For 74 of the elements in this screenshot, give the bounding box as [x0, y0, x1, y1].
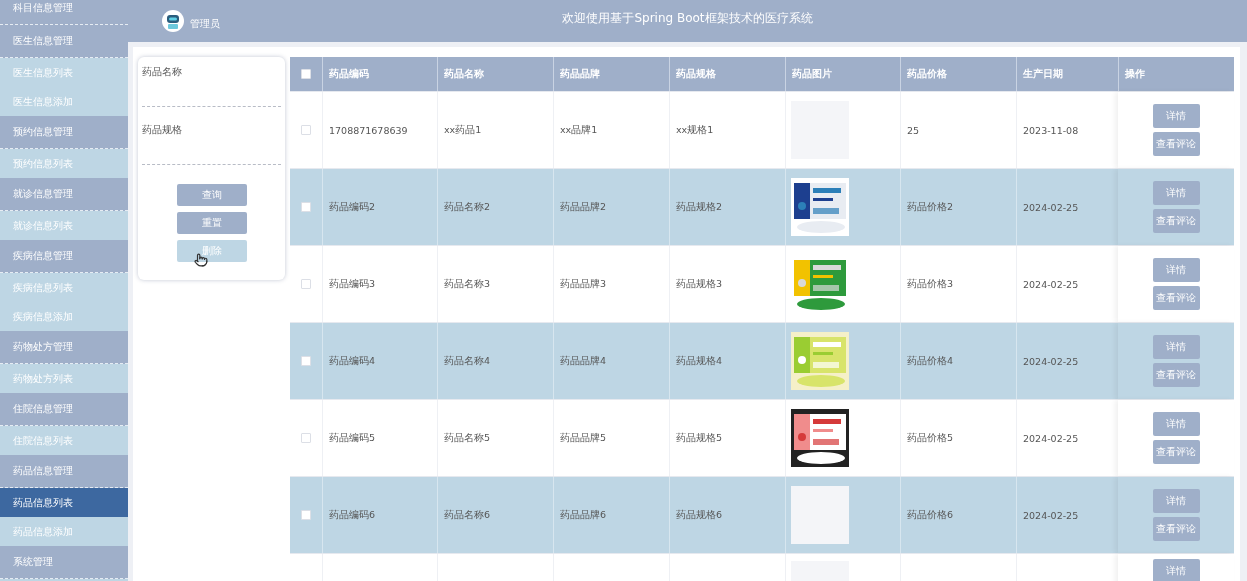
table-cell: xx品牌1 [560, 123, 598, 137]
action-button[interactable]: 详情 [1152, 258, 1200, 282]
action-button[interactable]: 查看评论 [1152, 286, 1200, 310]
search-button[interactable]: 重置 [176, 212, 247, 234]
action-button[interactable]: 详情 [1152, 104, 1200, 128]
table-cell: 药品编码2 [329, 200, 376, 214]
sidebar-group[interactable]: 疾病信息管理 [0, 240, 128, 273]
sidebar-group[interactable]: 就诊信息管理 [0, 178, 128, 211]
table-cell: 药品价格3 [907, 277, 954, 291]
table-cell: 药品名称5 [444, 431, 491, 445]
table-cell: 药品名称2 [444, 200, 491, 214]
table-cell: 药品规格5 [676, 431, 723, 445]
table-cell: 药品价格4 [907, 354, 954, 368]
action-button[interactable]: 详情 [1152, 559, 1200, 581]
table-cell: 药品品牌6 [560, 508, 607, 522]
table-cell: 药品规格2 [676, 200, 723, 214]
table-cell: 药品价格2 [907, 200, 954, 214]
row-checkbox[interactable] [301, 125, 311, 135]
sidebar-group[interactable]: 系统管理 [0, 546, 128, 579]
action-button[interactable]: 详情 [1152, 335, 1200, 359]
table-cell: 2024-02-25 [1023, 432, 1079, 444]
table-cell: 2024-02-25 [1023, 201, 1079, 213]
table-cell: 药品编码3 [329, 277, 376, 291]
table-cell: xx规格1 [676, 123, 714, 137]
sidebar-group[interactable]: 药品信息管理 [0, 455, 128, 488]
select-all-checkbox[interactable] [301, 69, 311, 79]
sidebar-group[interactable]: 住院信息管理 [0, 393, 128, 426]
table-cell: 药品编码5 [329, 431, 376, 445]
table-cell: 药品品牌4 [560, 354, 607, 368]
image-placeholder [791, 486, 849, 544]
search-button[interactable]: 查询 [176, 184, 247, 206]
table-cell: 2023-11-08 [1023, 124, 1079, 136]
table-cell: 药品编码6 [329, 508, 376, 522]
table-cell: 药品规格6 [676, 508, 723, 522]
table-cell: 药品价格5 [907, 431, 954, 445]
field-label: 药品规格 [142, 123, 183, 137]
table-cell: 2024-02-25 [1023, 509, 1079, 521]
action-button[interactable]: 查看评论 [1152, 440, 1200, 464]
row-checkbox[interactable] [301, 202, 311, 212]
table-cell: 药品名称3 [444, 277, 491, 291]
action-button[interactable]: 详情 [1152, 489, 1200, 513]
table-cell: xx药品1 [444, 123, 482, 137]
action-button[interactable]: 详情 [1152, 412, 1200, 436]
sidebar-item[interactable]: 药品信息列表 [0, 488, 128, 517]
action-button[interactable]: 查看评论 [1152, 517, 1200, 541]
table-cell: 药品编码4 [329, 354, 376, 368]
table-cell: 2024-02-25 [1023, 278, 1079, 290]
sidebar-group[interactable]: 医生信息管理 [0, 25, 128, 58]
row-checkbox[interactable] [301, 279, 311, 289]
table-cell: 25 [907, 124, 920, 136]
table-cell: 2024-02-25 [1023, 355, 1079, 367]
action-button[interactable]: 查看评论 [1152, 209, 1200, 233]
table-cell: 药品价格6 [907, 508, 954, 522]
sidebar-group[interactable]: 预约信息管理 [0, 116, 128, 149]
table-cell: 药品规格4 [676, 354, 723, 368]
field-label: 药品名称 [142, 65, 183, 79]
table-cell: 药品品牌5 [560, 431, 607, 445]
action-button[interactable]: 详情 [1152, 181, 1200, 205]
table-cell: 药品品牌2 [560, 200, 607, 214]
table-cell: 1708871678639 [329, 124, 408, 136]
sidebar-group[interactable]: 科目信息管理 [0, 0, 128, 25]
user-name: 管理员 [190, 17, 220, 31]
table-cell: 药品名称4 [444, 354, 491, 368]
sidebar-group[interactable]: 药物处方管理 [0, 331, 128, 364]
row-checkbox[interactable] [301, 356, 311, 366]
row-checkbox[interactable] [301, 433, 311, 443]
action-button[interactable]: 查看评论 [1152, 132, 1200, 156]
table-cell: 药品规格3 [676, 277, 723, 291]
table-cell: 药品名称6 [444, 508, 491, 522]
table-cell: 药品品牌3 [560, 277, 607, 291]
action-button[interactable]: 查看评论 [1152, 363, 1200, 387]
page-title: 欢迎使用基于Spring Boot框架技术的医疗系统 [562, 9, 813, 27]
robot-avatar-icon [162, 10, 184, 32]
row-checkbox[interactable] [301, 510, 311, 520]
